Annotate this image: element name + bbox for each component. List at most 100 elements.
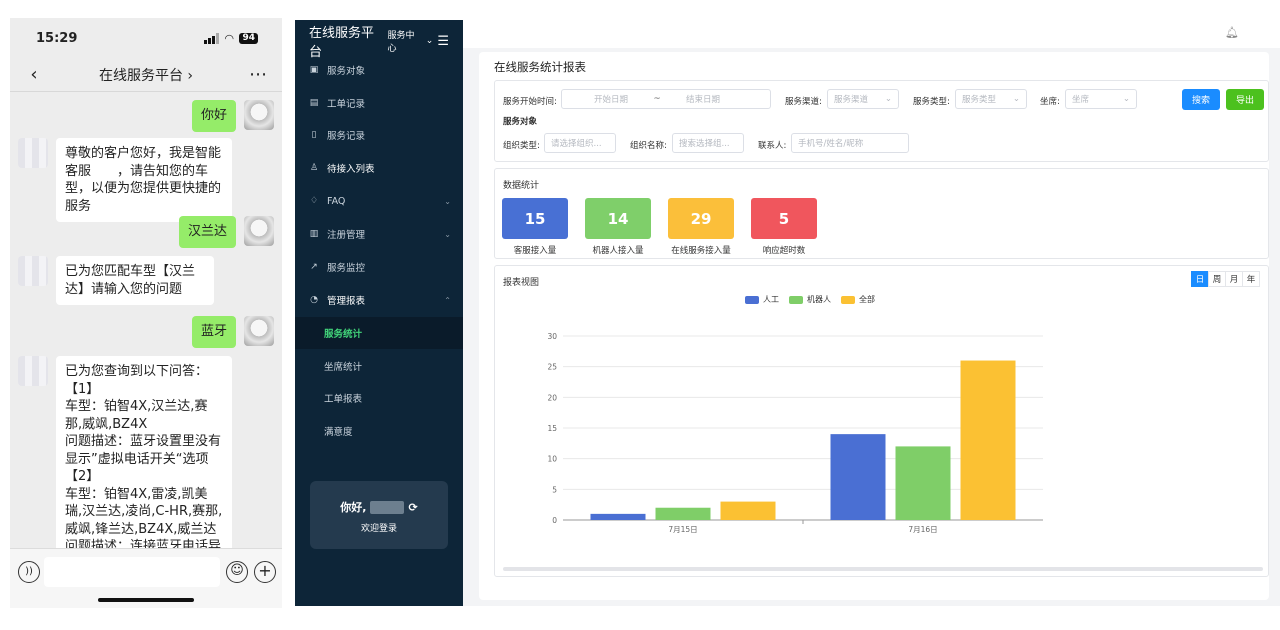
- lightbulb-icon: ♢: [309, 196, 319, 206]
- home-indicator: [98, 598, 194, 602]
- bot-avatar[interactable]: [18, 356, 48, 386]
- channel-select[interactable]: 服务渠道 ⌄: [827, 89, 899, 109]
- chat-header: ‹ 在线服务平台 › ⋯: [10, 58, 282, 92]
- chevron-down-icon: ⌄: [884, 94, 892, 104]
- message-bubble[interactable]: 汉兰达: [178, 216, 236, 248]
- contact-placeholder: 手机号/姓名/昵称: [798, 139, 864, 149]
- service-center-dropdown[interactable]: 服务中心: [387, 28, 421, 54]
- phone-chat-screen: 15:29 ◠ 94 ‹ 在线服务平台 › ⋯ 你好 尊敬的客户您好，我是智能客…: [10, 18, 282, 608]
- emoji-icon[interactable]: ☺: [226, 561, 248, 583]
- sidebar-item-service-records[interactable]: ▯ 服务记录: [295, 119, 463, 151]
- service-type-select[interactable]: 服务类型 ⌄: [955, 89, 1027, 109]
- report-page: 在线服务统计报表 服务开始时间: 开始日期 ~ 结束日期 服务渠道: 服务渠道 …: [479, 52, 1269, 600]
- message-bubble[interactable]: 蓝牙: [191, 316, 236, 348]
- document-icon: ▤: [309, 98, 319, 108]
- stat-card-online: 29 在线服务接入量: [668, 198, 734, 256]
- start-date-placeholder: 开始日期: [594, 95, 629, 105]
- message-item: 蓝牙: [191, 316, 274, 348]
- service-object-label: 服务对象: [503, 117, 538, 127]
- file-icon: ▯: [311, 130, 317, 140]
- channel-placeholder: 服务渠道: [834, 95, 869, 105]
- stat-value: 14: [585, 198, 651, 239]
- greeting: 你好,: [340, 501, 367, 514]
- back-arrow-icon[interactable]: ‹: [22, 64, 46, 85]
- org-type-select[interactable]: 请选择组织...: [544, 133, 616, 153]
- signal-icon: [204, 32, 219, 44]
- line-chart-icon: ↗: [310, 262, 318, 272]
- horizontal-scrollbar[interactable]: [503, 567, 1263, 571]
- sidebar-subitem-ticket-report[interactable]: 工单报表: [295, 382, 463, 414]
- y-tick-label: 5: [552, 485, 557, 494]
- org-type-label: 组织类型:: [503, 141, 540, 151]
- message-input[interactable]: [44, 557, 220, 587]
- user-avatar[interactable]: [244, 216, 274, 246]
- sidebar-item-faq[interactable]: ♢ FAQ ⌄: [295, 185, 463, 217]
- bot-avatar[interactable]: [18, 138, 48, 168]
- message-item: 汉兰达: [178, 216, 274, 248]
- sidebar-item-reports[interactable]: ◔ 管理报表 ⌃: [295, 284, 463, 316]
- stat-value: 15: [502, 198, 568, 239]
- message-bubble[interactable]: 你好: [191, 100, 236, 132]
- sidebar-subitem-satisfaction[interactable]: 满意度: [295, 415, 463, 447]
- chart-panel: 报表视图 日 周 月 年 人工 机器人 全部 0 5 10 15 20 25 30 7月15日…: [494, 265, 1269, 577]
- page-title: 在线服务统计报表: [494, 60, 586, 74]
- x-tick-label: 7月15日: [668, 525, 697, 534]
- bell-icon[interactable]: 🔔︎: [1225, 26, 1239, 39]
- wifi-icon: ◠: [225, 31, 234, 45]
- status-bar: 15:29 ◠ 94: [10, 18, 282, 58]
- more-icon[interactable]: ⋯: [246, 64, 270, 85]
- status-time: 15:29: [36, 30, 78, 46]
- start-time-label: 服务开始时间:: [503, 97, 557, 107]
- service-type-label: 服务类型:: [913, 97, 950, 107]
- menu-fold-icon[interactable]: ☰: [437, 34, 449, 49]
- date-range-picker[interactable]: 开始日期 ~ 结束日期: [561, 89, 771, 109]
- stat-card-robot: 14 机器人接入量: [585, 198, 651, 256]
- channel-label: 服务渠道:: [785, 97, 822, 107]
- sidebar-subitem-service-stats[interactable]: 服务统计: [295, 317, 463, 349]
- message-item: 尊敬的客户您好，我是智能客服 ，请告知您的车型，以便为您提供更快捷的服务: [18, 138, 232, 222]
- message-bubble[interactable]: 已为您匹配车型【汉兰达】请输入您的问题: [56, 256, 214, 305]
- chat-title[interactable]: 在线服务平台 ›: [99, 65, 193, 85]
- y-tick-label: 20: [547, 393, 557, 402]
- message-list[interactable]: 你好 尊敬的客户您好，我是智能客服 ，请告知您的车型，以便为您提供更快捷的服务 …: [10, 94, 282, 548]
- export-button[interactable]: 导出: [1226, 89, 1264, 110]
- seat-placeholder: 坐席: [1072, 95, 1090, 105]
- seat-select[interactable]: 坐席 ⌄: [1065, 89, 1137, 109]
- sidebar-item-monitor[interactable]: ↗ 服务监控: [295, 251, 463, 283]
- y-tick-label: 10: [547, 455, 557, 464]
- org-name-select[interactable]: 搜索选择组...: [672, 133, 744, 153]
- sidebar-item-service-object[interactable]: ▣ 服务对象: [295, 54, 463, 86]
- sidebar-item-ticket-records[interactable]: ▤ 工单记录: [295, 87, 463, 119]
- sidebar-item-label: 服务监控: [327, 263, 366, 274]
- pie-chart-icon: ◔: [310, 295, 318, 305]
- bar: [895, 446, 951, 520]
- contact-input[interactable]: 手机号/姓名/昵称: [791, 133, 909, 153]
- main-area: 🔔︎ 在线服务统计报表 服务开始时间: 开始日期 ~ 结束日期 服务渠道: 服务…: [463, 20, 1280, 606]
- chevron-up-icon: ⌃: [444, 295, 451, 305]
- sidebar-subitem-seat-stats[interactable]: 坐席统计: [295, 350, 463, 382]
- chevron-down-icon[interactable]: ⌄: [426, 36, 434, 46]
- contact-label: 联系人:: [758, 141, 787, 151]
- sidebar-item-label: 注册管理: [327, 230, 366, 241]
- seat-label: 坐席:: [1040, 97, 1060, 107]
- sidebar-item-pending-list[interactable]: ♙ 待接入列表: [295, 152, 463, 184]
- user-avatar[interactable]: [244, 100, 274, 130]
- sidebar-item-label: 服务对象: [327, 66, 366, 77]
- sidebar-item-registration[interactable]: ▥ 注册管理 ⌄: [295, 218, 463, 250]
- user-icon: ♙: [309, 163, 319, 173]
- org-name-label: 组织名称:: [630, 141, 667, 151]
- sidebar-item-label: 待接入列表: [327, 164, 375, 175]
- stat-card-timeout: 5 响应超时数: [751, 198, 817, 256]
- org-type-placeholder: 请选择组织...: [551, 139, 602, 149]
- bot-avatar[interactable]: [18, 256, 48, 286]
- message-bubble[interactable]: 已为您查询到以下问答： 【1】 车型：铂智4X,汉兰达,赛那,威飒,BZ4X 问…: [56, 356, 232, 548]
- stat-label: 响应超时数: [762, 246, 806, 256]
- message-bubble[interactable]: 尊敬的客户您好，我是智能客服 ，请告知您的车型，以便为您提供更快捷的服务: [56, 138, 232, 222]
- plus-icon[interactable]: +: [254, 561, 276, 583]
- refresh-icon[interactable]: ⟳: [408, 501, 417, 514]
- chevron-down-icon: ⌄: [1122, 94, 1130, 104]
- voice-icon[interactable]: )): [18, 561, 40, 583]
- stat-label: 机器人接入量: [592, 246, 644, 256]
- user-avatar[interactable]: [244, 316, 274, 346]
- search-button[interactable]: 搜索: [1182, 89, 1220, 110]
